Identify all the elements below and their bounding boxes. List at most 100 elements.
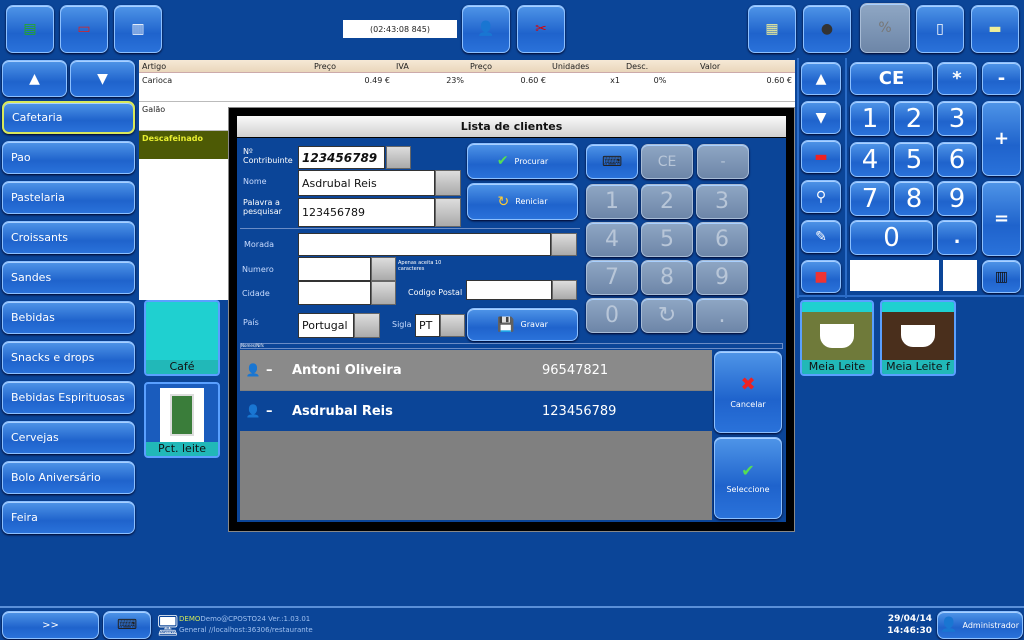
dialog-key-11[interactable]: 0 <box>586 298 638 333</box>
report-button[interactable]: ▬ <box>971 5 1019 53</box>
numero-input[interactable] <box>298 257 371 281</box>
key-5[interactable]: 3 <box>937 101 977 136</box>
dialog-key-1[interactable]: - <box>697 144 749 179</box>
key-0[interactable]: CE <box>850 62 933 95</box>
key-13[interactable]: = <box>982 181 1021 256</box>
morada-keyboard-button[interactable] <box>551 233 577 256</box>
computer-icon: 🖥 <box>155 613 181 637</box>
procurar-button[interactable]: ✔ Procurar <box>467 143 578 179</box>
category-feira[interactable]: Feira <box>2 501 135 534</box>
reiniciar-button[interactable]: ↻ Reniciar <box>467 183 578 220</box>
key-4[interactable]: 2 <box>894 101 934 136</box>
search-word-input[interactable]: 123456789 <box>298 198 435 227</box>
numero-keyboard-button[interactable] <box>371 257 396 281</box>
price-display[interactable] <box>943 260 977 291</box>
client-button[interactable]: 👤 <box>462 5 510 53</box>
category-sandes[interactable]: Sandes <box>2 261 135 294</box>
scroll-up-button[interactable]: ▲ <box>2 60 67 97</box>
keyboard-button[interactable]: ⌨ <box>586 144 638 179</box>
document-button[interactable]: ▯ <box>916 5 964 53</box>
scroll-down-button-right[interactable]: ▼ <box>801 101 841 134</box>
dialog-key-2[interactable]: 1 <box>586 184 638 219</box>
key-11[interactable]: 8 <box>894 181 934 216</box>
blocks-button[interactable]: ■ <box>801 260 841 293</box>
dialog-key-9[interactable]: 8 <box>641 260 693 295</box>
category-bebidas-espirituosas[interactable]: Bebidas Espirituosas <box>2 381 135 414</box>
dialog-key-0[interactable]: CE <box>641 144 693 179</box>
sigla-keyboard-button[interactable] <box>440 314 465 337</box>
product-pct-leite[interactable]: Pct. leite <box>144 382 220 458</box>
key-9[interactable]: 6 <box>937 142 977 177</box>
client-row[interactable]: 👤 – Antoni Oliveira 96547821 <box>240 350 712 390</box>
edit-button[interactable]: ✎ <box>801 220 841 253</box>
client-row[interactable]: 👤 – Asdrubal Reis 123456789 <box>240 391 712 431</box>
category-bolo-anivers-rio[interactable]: Bolo Aniversário <box>2 461 135 494</box>
key-7[interactable]: 4 <box>850 142 890 177</box>
search-button[interactable]: ⚲ <box>801 180 841 213</box>
pais-keyboard-button[interactable] <box>354 313 380 338</box>
remove-button[interactable]: ▬ <box>801 140 841 173</box>
scroll-up-button-right[interactable]: ▲ <box>801 62 841 95</box>
codigo-postal-keyboard-button[interactable] <box>552 280 577 300</box>
category-snacks-e-drops[interactable]: Snacks e drops <box>2 341 135 374</box>
category-cafetaria[interactable]: Cafetaria <box>2 101 135 134</box>
key-14[interactable]: 0 <box>850 220 933 255</box>
barcode-button[interactable]: ▥ <box>982 260 1021 293</box>
product-meia-leite-f[interactable]: Meia Leite f <box>880 300 956 376</box>
category-cervejas[interactable]: Cervejas <box>2 421 135 454</box>
delete-document-button[interactable]: ▭ <box>60 5 108 53</box>
cash-drawer-button[interactable]: ● <box>803 5 851 53</box>
product-meia-leite[interactable]: Meia Leite <box>800 300 874 376</box>
key-1[interactable]: * <box>937 62 977 95</box>
dialog-key-8[interactable]: 7 <box>586 260 638 295</box>
money-button[interactable]: ▦ <box>748 5 796 53</box>
sigla-input[interactable]: PT <box>415 314 440 337</box>
category-bebidas[interactable]: Bebidas <box>2 301 135 334</box>
nome-keyboard-button[interactable] <box>435 170 461 196</box>
palavra-keyboard-button[interactable] <box>435 198 461 227</box>
dialog-key-4[interactable]: 3 <box>696 184 748 219</box>
key-12[interactable]: 9 <box>937 181 977 216</box>
key-3[interactable]: 1 <box>850 101 890 136</box>
pais-input[interactable]: Portugal <box>298 313 354 338</box>
category-pastelaria[interactable]: Pastelaria <box>2 181 135 214</box>
cut-button[interactable]: ✂ <box>517 5 565 53</box>
quantity-display[interactable] <box>850 260 939 291</box>
cancelar-button[interactable]: ✖ Cancelar <box>714 351 782 433</box>
scroll-down-button[interactable]: ▼ <box>70 60 135 97</box>
cidade-keyboard-button[interactable] <box>371 281 396 305</box>
category-croissants[interactable]: Croissants <box>2 221 135 254</box>
dialog-key-5[interactable]: 4 <box>586 222 638 257</box>
key-8[interactable]: 5 <box>894 142 934 177</box>
next-button[interactable]: >> <box>2 611 99 639</box>
gravar-button[interactable]: 💾 Gravar <box>467 308 578 341</box>
keyboard-button-bottom[interactable]: ⌨ <box>103 611 151 639</box>
dialog-key-13[interactable]: . <box>696 298 748 333</box>
dialog-key-6[interactable]: 5 <box>641 222 693 257</box>
new-document-button[interactable]: ▤ <box>6 5 54 53</box>
dialog-key-12[interactable]: ↻ <box>641 298 693 333</box>
category-pao[interactable]: Pao <box>2 141 135 174</box>
split-document-button[interactable]: ▥ <box>114 5 162 53</box>
nif-input[interactable]: 123456789 <box>298 146 385 169</box>
discount-button[interactable]: % <box>860 3 910 53</box>
key-10[interactable]: 7 <box>850 181 890 216</box>
table-row[interactable]: Carioca 0.49 € 23% 0.60 € x1 0% 0.60 € <box>139 73 795 102</box>
dialog-key-3[interactable]: 2 <box>641 184 693 219</box>
dialog-key-7[interactable]: 6 <box>696 222 748 257</box>
highlight-row[interactable]: Descafeinado <box>139 131 228 159</box>
seleccione-button[interactable]: ✔ Seleccione <box>714 437 782 519</box>
dialog-key-10[interactable]: 9 <box>696 260 748 295</box>
codigo-postal-input[interactable] <box>466 280 552 300</box>
product-cafe[interactable]: Café <box>144 300 220 376</box>
user-button[interactable]: 👤 Administrador <box>937 611 1023 639</box>
key-2[interactable]: - <box>982 62 1021 95</box>
key-15[interactable]: . <box>937 220 977 255</box>
label-nome: Nome <box>243 177 267 186</box>
nif-keyboard-button[interactable] <box>386 146 411 169</box>
nome-input[interactable]: Asdrubal Reis <box>298 170 435 196</box>
label-sigla: Sigla <box>392 320 412 329</box>
key-6[interactable]: + <box>982 101 1021 176</box>
morada-input[interactable] <box>298 233 551 256</box>
cidade-input[interactable] <box>298 281 371 305</box>
